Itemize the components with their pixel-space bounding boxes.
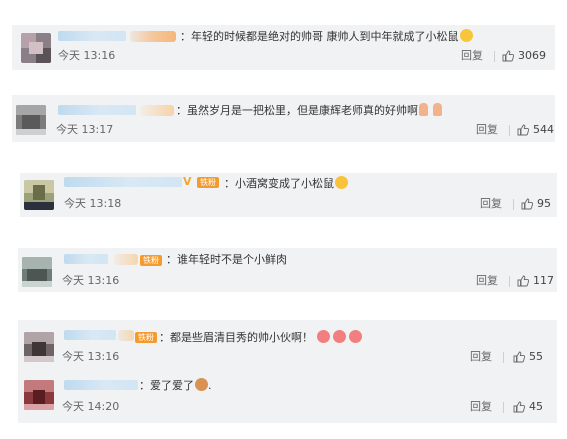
comment-card: 铁粉 ：谁年轻时不是个小鲜肉 今天 13:16 回复 117 (18, 248, 557, 292)
thumbs-up-icon (521, 198, 533, 210)
comment-text: ：小酒窝变成了小松鼠 (224, 176, 348, 191)
comment-text: ：爱了爱了. (139, 378, 212, 392)
reply-button[interactable]: 回复 (476, 123, 498, 137)
avatar[interactable] (24, 380, 54, 410)
smile-emoji (459, 29, 473, 42)
timestamp: 今天 13:16 (62, 350, 120, 363)
like-button[interactable]: 544 (517, 123, 554, 137)
like-count: 3069 (518, 49, 546, 62)
like-button[interactable]: 117 (517, 274, 554, 288)
username[interactable] (64, 330, 116, 340)
timestamp: 今天 13:17 (56, 123, 114, 136)
thumbs-up-icon (502, 50, 514, 62)
verified-v-icon: V (183, 175, 192, 188)
divider (494, 51, 495, 62)
comment-card: V 铁粉 ：小酒窝变成了小松鼠 今天 13:18 回复 95 (20, 173, 557, 217)
love-emoji (317, 330, 330, 343)
username[interactable] (58, 31, 126, 41)
divider (509, 276, 510, 287)
thumbs-up-icon (517, 275, 529, 287)
username[interactable] (64, 380, 138, 390)
thumbs-up-icon (517, 124, 529, 136)
like-count: 95 (537, 197, 551, 210)
avatar[interactable] (24, 332, 54, 362)
like-button[interactable]: 3069 (502, 49, 546, 63)
like-button[interactable]: 95 (521, 197, 551, 211)
reply-button[interactable]: 回复 (480, 197, 502, 211)
divider (503, 352, 504, 363)
fan-badge: 铁粉 (197, 177, 219, 188)
blurred-badge (118, 330, 134, 341)
comment-card: 铁粉 ：都是些眉清目秀的帅小伙啊！ 今天 13:16 回复 55 ：爱了爱了. … (18, 320, 557, 423)
like-button[interactable]: 45 (513, 400, 543, 414)
timestamp: 今天 14:20 (62, 400, 120, 413)
username[interactable] (58, 105, 136, 115)
thumbs-up-icon (513, 351, 525, 363)
divider (509, 125, 510, 136)
username[interactable] (64, 254, 108, 264)
blurred-badge (130, 31, 176, 42)
reply-button[interactable]: 回复 (461, 49, 483, 63)
divider (503, 402, 504, 413)
like-count: 544 (533, 123, 554, 136)
cat-emoji (195, 378, 208, 391)
thumbs-up-icon (513, 401, 525, 413)
clap-emoji (433, 103, 442, 116)
fan-badge: 铁粉 (135, 332, 157, 343)
like-count: 55 (529, 350, 543, 363)
avatar[interactable] (21, 33, 51, 63)
like-count: 45 (529, 400, 543, 413)
comment-text: ：都是些眉清目秀的帅小伙啊！ (159, 330, 362, 345)
clap-emoji (419, 103, 428, 116)
avatar[interactable] (22, 257, 52, 287)
timestamp: 今天 13:16 (58, 49, 116, 62)
avatar[interactable] (24, 180, 54, 210)
divider (513, 199, 514, 210)
comment-text: ：谁年轻时不是个小鲜肉 (166, 253, 287, 266)
love-emoji (349, 330, 362, 343)
reply-button[interactable]: 回复 (476, 274, 498, 288)
avatar[interactable] (16, 105, 46, 135)
like-button[interactable]: 55 (513, 350, 543, 364)
blurred-badge (114, 254, 138, 265)
timestamp: 今天 13:16 (62, 274, 120, 287)
comment-card: ：年轻的时候都是绝对的帅哥 康帅人到中年就成了小松鼠 今天 13:16 回复 3… (12, 25, 555, 70)
fan-badge: 铁粉 (140, 255, 162, 266)
reply-button[interactable]: 回复 (470, 350, 492, 364)
blurred-badge (140, 105, 174, 116)
like-count: 117 (533, 274, 554, 287)
comment-text: ：年轻的时候都是绝对的帅哥 康帅人到中年就成了小松鼠 (180, 29, 473, 44)
reply-button[interactable]: 回复 (470, 400, 492, 414)
username[interactable] (64, 177, 182, 187)
comment-text: ：虽然岁月是一把松里，但是康辉老师真的好帅啊 (176, 103, 442, 118)
laugh-emoji (335, 176, 348, 189)
comment-card: ：虽然岁月是一把松里，但是康辉老师真的好帅啊 今天 13:17 回复 544 (12, 95, 555, 142)
timestamp: 今天 13:18 (64, 197, 122, 210)
love-emoji (333, 330, 346, 343)
